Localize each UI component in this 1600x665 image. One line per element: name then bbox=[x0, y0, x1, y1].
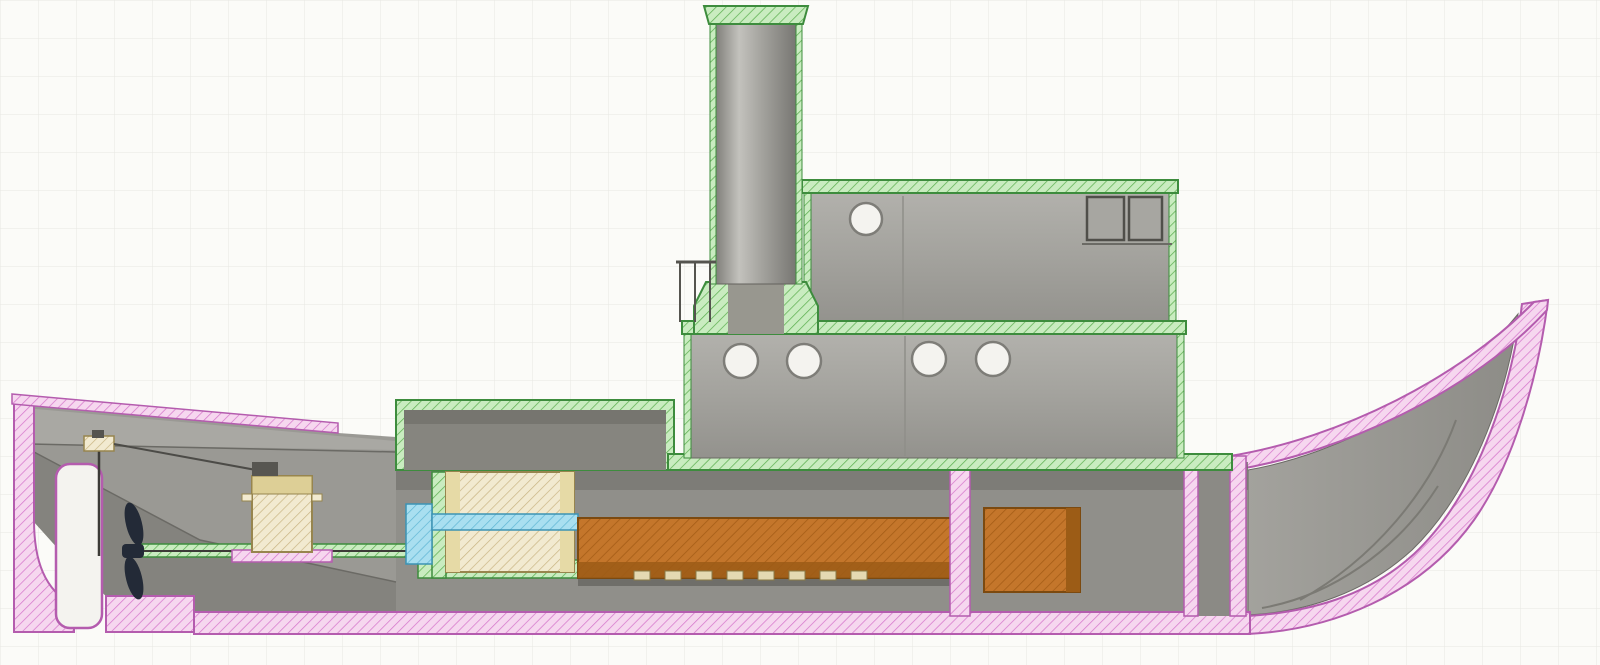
battery-box[interactable] bbox=[984, 508, 1080, 592]
funnel-group[interactable] bbox=[694, 6, 818, 334]
battery-foot bbox=[820, 571, 836, 580]
funnel-top-rim-section[interactable] bbox=[704, 6, 808, 24]
shaft-coupling-section[interactable] bbox=[406, 504, 432, 564]
bulkhead-section[interactable] bbox=[950, 466, 970, 616]
bow-frame-section[interactable] bbox=[1184, 456, 1198, 616]
servo-top-case bbox=[252, 476, 312, 494]
wheelhouse-porthole[interactable] bbox=[850, 203, 882, 235]
battery-box-side-band bbox=[1066, 508, 1080, 592]
servo-mount-ear bbox=[312, 494, 322, 501]
motor-group[interactable] bbox=[406, 472, 580, 578]
tiller-arm[interactable] bbox=[84, 436, 114, 451]
bow-frame-section[interactable] bbox=[1230, 456, 1246, 616]
hatch-opening-shadow bbox=[404, 410, 666, 424]
motor-shaft-section[interactable] bbox=[432, 514, 578, 530]
servo-mount-ear bbox=[242, 494, 252, 501]
battery-foot bbox=[665, 571, 681, 580]
wheelhouse-wall-section[interactable] bbox=[1169, 193, 1176, 324]
deckhouse-porthole[interactable] bbox=[724, 344, 758, 378]
deckhouse-porthole[interactable] bbox=[976, 342, 1010, 376]
frame-bay-surface bbox=[1198, 470, 1230, 616]
battery-group[interactable] bbox=[578, 508, 1080, 592]
deckhouse-wall-section[interactable] bbox=[1177, 334, 1184, 458]
wheelhouse-roof-section[interactable] bbox=[802, 180, 1178, 193]
wheelhouse-window[interactable] bbox=[1087, 197, 1124, 240]
funnel-wall-section[interactable] bbox=[796, 20, 802, 284]
deckhouse-porthole[interactable] bbox=[787, 344, 821, 378]
funnel-body[interactable] bbox=[714, 20, 798, 284]
bottom-plating-section[interactable] bbox=[194, 612, 1250, 634]
deckhouse-group[interactable] bbox=[682, 321, 1186, 458]
battery-foot bbox=[727, 571, 743, 580]
rudder-blade[interactable] bbox=[56, 464, 102, 628]
battery-foot bbox=[758, 571, 774, 580]
wheelhouse-group[interactable] bbox=[802, 180, 1178, 324]
servo-horn[interactable] bbox=[252, 462, 278, 476]
propeller-hub[interactable] bbox=[122, 544, 144, 558]
deckhouse-wall-section[interactable] bbox=[684, 334, 691, 458]
funnel-base-interior bbox=[728, 284, 784, 334]
battery-foot bbox=[696, 571, 712, 580]
battery-foot bbox=[634, 571, 650, 580]
battery-foot bbox=[789, 571, 805, 580]
cad-section-viewport[interactable] bbox=[0, 0, 1600, 665]
tiller-clamp bbox=[92, 430, 104, 438]
wheelhouse-window[interactable] bbox=[1129, 197, 1162, 240]
engine-hatch-group[interactable] bbox=[396, 400, 674, 470]
battery-foot bbox=[851, 571, 867, 580]
deckhouse-porthole[interactable] bbox=[912, 342, 946, 376]
skeg-section[interactable] bbox=[106, 596, 194, 632]
funnel-wall-section[interactable] bbox=[710, 20, 716, 284]
